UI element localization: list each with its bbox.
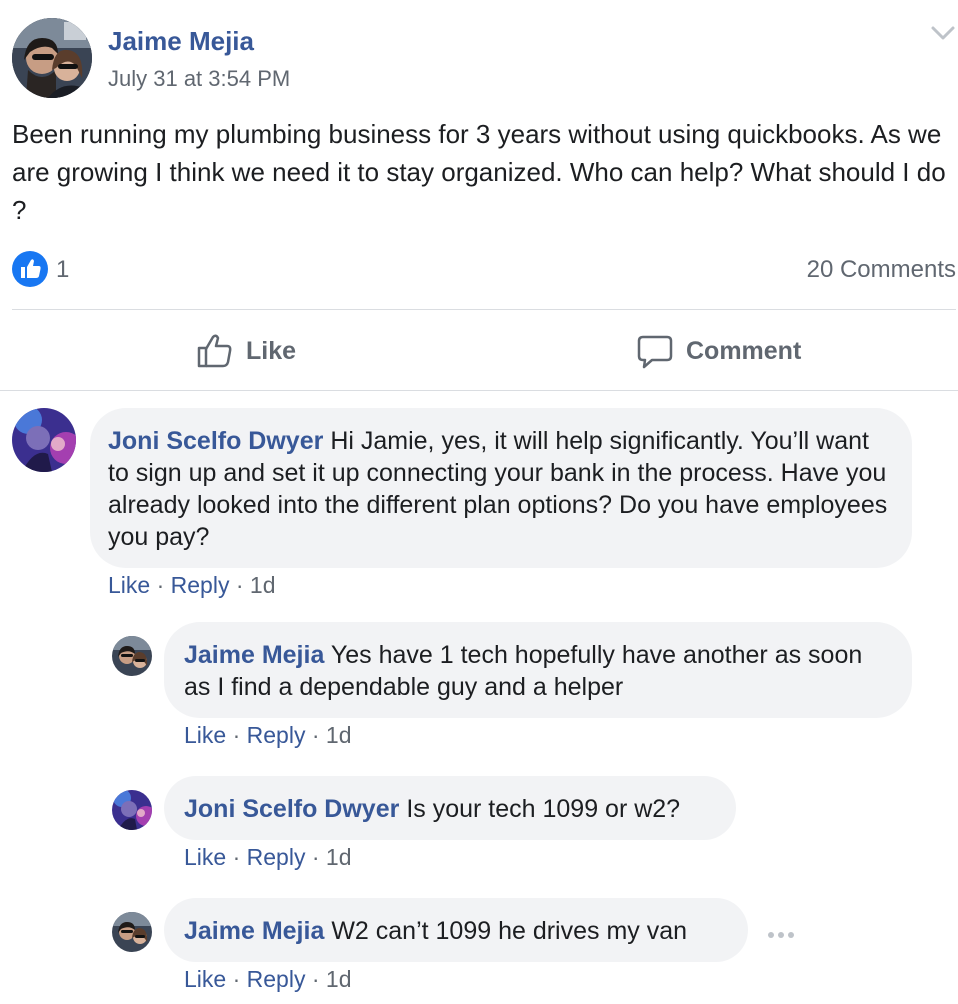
thumbs-up-icon[interactable] xyxy=(12,251,48,287)
post-timestamp[interactable]: July 31 at 3:54 PM xyxy=(108,66,290,92)
comments-count-link[interactable]: 20 Comments xyxy=(807,256,956,284)
comment-reply-link[interactable]: Reply xyxy=(247,844,306,870)
more-horizontal-icon[interactable] xyxy=(766,928,796,940)
comment-bubble: Joni Scelfo Dwyer Hi Jamie, yes, it will… xyxy=(90,408,912,568)
comment-meta: Like · Reply · 1d xyxy=(184,722,352,749)
divider xyxy=(12,309,956,310)
separator: · xyxy=(150,572,171,598)
post-action-bar: Like Comment xyxy=(0,312,958,390)
comment-bubble: Jaime Mejia Yes have 1 tech hopefully ha… xyxy=(164,622,912,718)
divider xyxy=(0,390,958,391)
author-avatar[interactable] xyxy=(12,18,92,98)
post-body-text: Been running my plumbing business for 3 … xyxy=(12,119,946,225)
comment-author[interactable]: Joni Scelfo Dwyer xyxy=(108,427,323,455)
separator: · xyxy=(226,722,247,748)
reactions-summary: 1 20 Comments xyxy=(12,250,956,288)
comment-author[interactable]: Jaime Mejia xyxy=(184,641,324,669)
comment-meta: Like · Reply · 1d xyxy=(184,844,352,871)
comment-author[interactable]: Jaime Mejia xyxy=(184,917,324,945)
comment-bubble: Joni Scelfo Dwyer Is your tech 1099 or w… xyxy=(164,776,736,840)
like-count[interactable]: 1 xyxy=(56,256,69,284)
comment-meta: Like · Reply · 1d xyxy=(108,572,276,599)
separator: · xyxy=(305,844,326,870)
comment-reply-link[interactable]: Reply xyxy=(247,966,306,992)
comment-button[interactable]: Comment xyxy=(636,312,801,390)
thumbs-up-outline-icon xyxy=(197,334,232,368)
like-button[interactable]: Like xyxy=(196,312,296,390)
comment-bubble: Jaime Mejia W2 can’t 1099 he drives my v… xyxy=(164,898,748,962)
separator: · xyxy=(305,722,326,748)
speech-bubble-icon xyxy=(637,335,673,369)
comment-age[interactable]: 1d xyxy=(326,966,352,992)
commenter-avatar[interactable] xyxy=(12,408,76,472)
comment-age[interactable]: 1d xyxy=(250,572,276,598)
comment-age[interactable]: 1d xyxy=(326,722,352,748)
post-author-name[interactable]: Jaime Mejia xyxy=(108,26,254,57)
comment-like-link[interactable]: Like xyxy=(184,844,226,870)
comment-reply-link[interactable]: Reply xyxy=(171,572,230,598)
comment-author[interactable]: Joni Scelfo Dwyer xyxy=(184,795,399,823)
comment-text: W2 can’t 1099 he drives my van xyxy=(331,917,688,945)
commenter-avatar[interactable] xyxy=(112,790,152,830)
comment-meta: Like · Reply · 1d xyxy=(184,966,352,993)
separator: · xyxy=(226,844,247,870)
post-header: Jaime Mejia July 31 at 3:54 PM xyxy=(12,18,958,98)
like-button-label: Like xyxy=(246,336,297,365)
separator: · xyxy=(226,966,247,992)
comment-age[interactable]: 1d xyxy=(326,844,352,870)
commenter-avatar[interactable] xyxy=(112,912,152,952)
comment-like-link[interactable]: Like xyxy=(184,966,226,992)
comment-button-label: Comment xyxy=(686,336,802,365)
chevron-down-icon[interactable] xyxy=(928,20,958,46)
commenter-avatar[interactable] xyxy=(112,636,152,676)
separator: · xyxy=(229,572,250,598)
comment-reply-link[interactable]: Reply xyxy=(247,722,306,748)
comment-like-link[interactable]: Like xyxy=(108,572,150,598)
comment-text: Is your tech 1099 or w2? xyxy=(406,795,681,823)
separator: · xyxy=(305,966,326,992)
comment-like-link[interactable]: Like xyxy=(184,722,226,748)
